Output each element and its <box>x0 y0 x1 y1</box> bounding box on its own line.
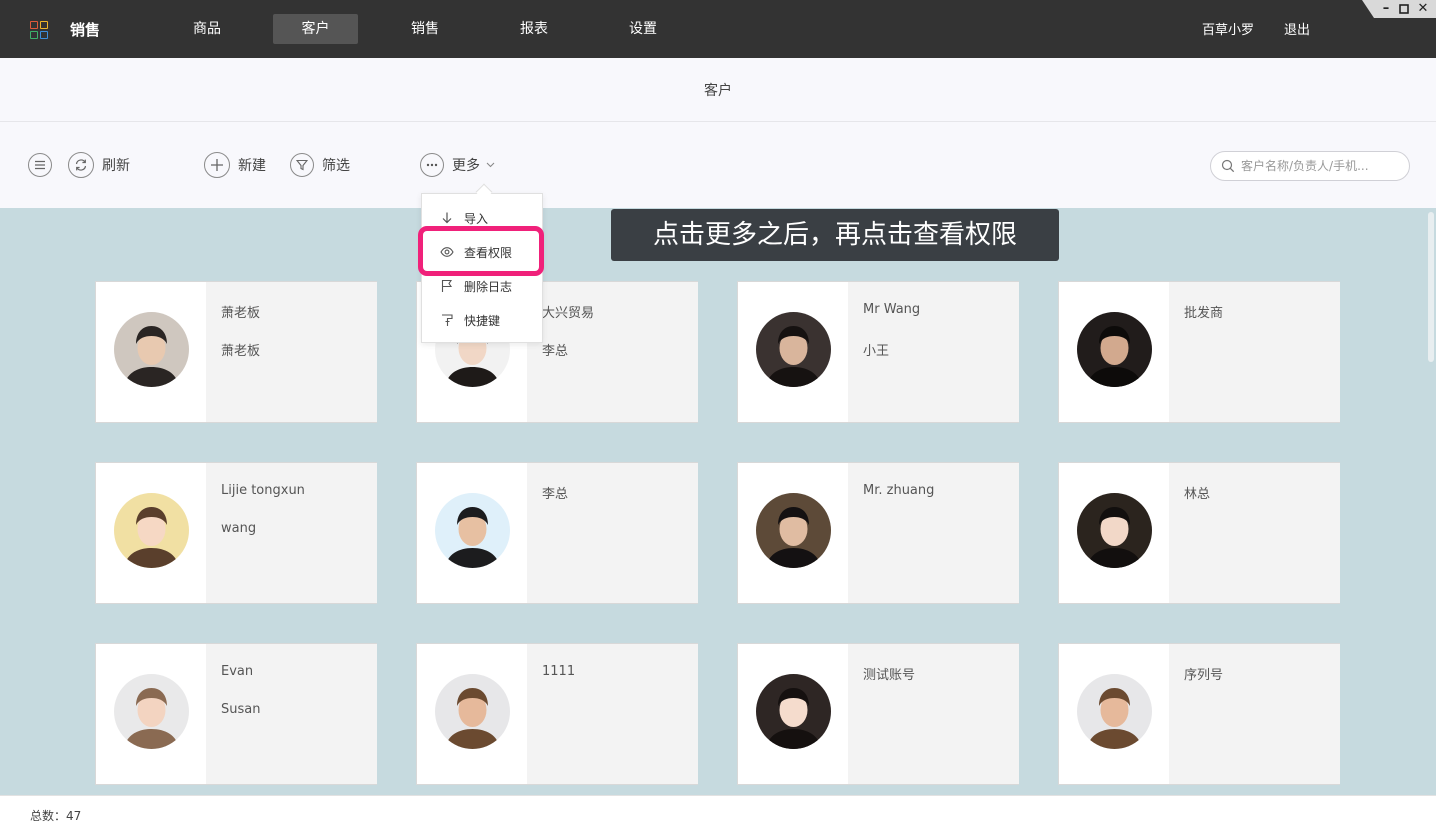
filter-button[interactable]: 筛选 <box>290 151 350 179</box>
maximize-icon[interactable] <box>1396 1 1412 17</box>
logout-link[interactable]: 退出 <box>1284 19 1310 38</box>
total-count: 总数：47 <box>30 809 82 823</box>
avatar <box>1077 674 1152 749</box>
new-button[interactable]: 新建 <box>204 151 266 179</box>
customer-card[interactable]: 批发商 <box>1058 281 1340 423</box>
customer-info: 批发商 <box>1169 282 1340 422</box>
customer-info: Evan Susan <box>206 644 377 784</box>
avatar <box>1077 312 1152 387</box>
chevron-down-icon <box>486 162 495 168</box>
customer-info: Mr. zhuang <box>848 463 1019 603</box>
refresh-button[interactable]: 刷新 <box>68 151 130 179</box>
customer-name: 萧老板 <box>221 306 261 321</box>
avatar <box>114 312 189 387</box>
pushpin-icon <box>442 314 453 326</box>
customer-info: 萧老板 萧老板 <box>206 282 377 422</box>
highlight-box <box>418 226 544 276</box>
customer-name: 测试账号 <box>863 668 916 683</box>
customer-contact: 小王 <box>863 344 890 359</box>
customer-info: Lijie tongxun wang <box>206 463 377 603</box>
hamburger-icon <box>28 153 52 177</box>
customer-card[interactable]: Mr. zhuang <box>737 462 1019 604</box>
customer-card[interactable]: 序列号 <box>1058 643 1340 785</box>
customer-info: 测试账号 <box>848 644 1019 784</box>
arrow-down-icon <box>442 212 452 224</box>
customer-name: Lijie tongxun <box>221 483 305 498</box>
customer-name: 林总 <box>1184 487 1211 502</box>
menu-item-label: 删除日志 <box>464 279 513 294</box>
toolbar: 刷新 新建 筛选 更多 <box>0 122 1436 208</box>
new-label: 新建 <box>238 158 266 174</box>
customer-name: Mr Wang <box>863 302 921 317</box>
customer-contact: 萧老板 <box>221 344 261 359</box>
window-controls: – ✕ <box>1362 0 1436 18</box>
customer-card[interactable]: Mr Wang 小王 <box>737 281 1019 423</box>
customer-name: 李总 <box>542 487 569 502</box>
customer-info: 序列号 <box>1169 644 1340 784</box>
customer-info: Mr Wang 小王 <box>848 282 1019 422</box>
menu-button[interactable] <box>28 151 60 179</box>
top-navigation-bar: 销售 商品 客户 销售 报表 设置 百草小罗 退出 – ✕ <box>0 0 1436 58</box>
close-icon[interactable]: ✕ <box>1415 1 1431 17</box>
footer: 总数：47 <box>0 795 1436 832</box>
customer-card[interactable]: 测试账号 <box>737 643 1019 785</box>
customer-card[interactable]: 萧老板 萧老板 <box>95 281 377 423</box>
page-title: 客户 <box>704 83 732 99</box>
menu-item-shortcuts[interactable]: 快捷键 <box>422 305 542 335</box>
refresh-label: 刷新 <box>102 158 130 174</box>
customer-card[interactable]: 林总 <box>1058 462 1340 604</box>
nav-customers[interactable]: 客户 <box>273 14 358 44</box>
customer-name: Mr. zhuang <box>863 483 935 498</box>
minimize-icon[interactable]: – <box>1378 1 1394 17</box>
customer-card[interactable]: Lijie tongxun wang <box>95 462 377 604</box>
app-title: 销售 <box>70 21 101 39</box>
avatar <box>756 493 831 568</box>
customer-card[interactable]: 李总 <box>416 462 698 604</box>
more-button[interactable]: 更多 <box>420 151 495 179</box>
customer-info: 大兴贸易 李总 <box>527 282 698 422</box>
customer-name: 批发商 <box>1184 306 1224 321</box>
customer-contact: wang <box>221 521 257 536</box>
avatar <box>435 674 510 749</box>
app-logo-icon <box>30 21 48 39</box>
ellipsis-icon <box>420 153 444 177</box>
search-icon <box>1221 159 1235 173</box>
more-label: 更多 <box>452 158 480 174</box>
customer-name: Evan <box>221 664 254 679</box>
customer-name: 1111 <box>542 664 576 679</box>
customer-info: 1111 <box>527 644 698 784</box>
avatar <box>114 674 189 749</box>
filter-label: 筛选 <box>322 158 350 174</box>
customer-card[interactable]: Evan Susan <box>95 643 377 785</box>
nav-reports[interactable]: 报表 <box>505 14 563 44</box>
scrollbar[interactable] <box>1428 212 1434 362</box>
nav-sales[interactable]: 销售 <box>396 14 454 44</box>
avatar <box>1077 493 1152 568</box>
customer-info: 林总 <box>1169 463 1340 603</box>
menu-item-label: 导入 <box>464 211 489 226</box>
refresh-icon <box>68 152 94 178</box>
nav-settings[interactable]: 设置 <box>614 14 672 44</box>
avatar <box>435 493 510 568</box>
avatar <box>114 493 189 568</box>
plus-icon <box>204 152 230 178</box>
nav-products[interactable]: 商品 <box>178 14 236 44</box>
search-input[interactable] <box>1241 159 1401 173</box>
customer-card[interactable]: 1111 <box>416 643 698 785</box>
page-header: 客户 <box>0 58 1436 122</box>
instruction-tooltip: 点击更多之后，再点击查看权限 <box>611 209 1059 261</box>
customer-name: 大兴贸易 <box>542 306 595 321</box>
avatar <box>756 674 831 749</box>
customer-name: 序列号 <box>1184 668 1224 683</box>
customer-info: 李总 <box>527 463 698 603</box>
menu-item-label: 快捷键 <box>464 313 501 328</box>
customer-contact: 李总 <box>542 344 569 359</box>
search-box[interactable] <box>1210 151 1410 181</box>
filter-icon <box>290 153 314 177</box>
avatar <box>756 312 831 387</box>
customer-contact: Susan <box>221 702 261 717</box>
flag-icon <box>441 279 453 292</box>
user-name[interactable]: 百草小罗 <box>1202 19 1254 38</box>
